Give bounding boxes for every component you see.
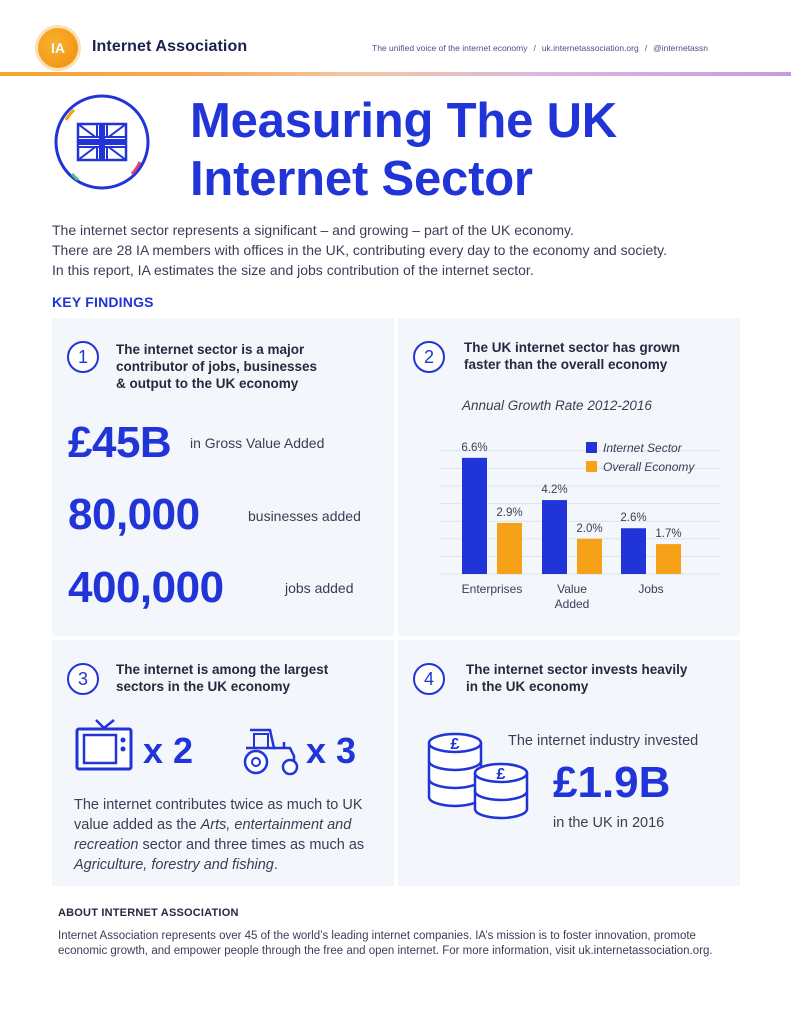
businesses-caption: businesses added — [248, 508, 361, 524]
chart-bar — [621, 528, 646, 574]
finding-number-4: 4 — [413, 663, 445, 695]
tractor-icon — [240, 726, 302, 776]
chart-data-label: 2.0% — [576, 523, 602, 535]
chart-category-label: Jobs — [638, 582, 663, 596]
chart-data-label: 2.9% — [496, 507, 522, 519]
chart-bar — [577, 538, 602, 574]
jobs-caption: jobs added — [285, 580, 354, 596]
panel1-title: The internet sector is a major contribut… — [116, 341, 317, 392]
chart-legend-label: Internet Sector — [603, 441, 683, 455]
chart-data-label: 4.2% — [541, 484, 567, 496]
panel2-title-line: faster than the overall economy — [464, 357, 668, 372]
panel4-title-line: The internet sector invests heavily — [466, 662, 688, 677]
header-gradient-rule — [0, 72, 791, 76]
panel3-body-agriculture: Agriculture, forestry and fishing — [74, 857, 274, 873]
chart-legend-label: Overall Economy — [603, 460, 695, 474]
intro-paragraph: The internet sector represents a signifi… — [52, 220, 772, 280]
gva-caption: in Gross Value Added — [190, 435, 325, 451]
finding-number-1: 1 — [67, 341, 99, 373]
brand-name: Internet Association — [92, 38, 248, 55]
chart-category-label: Enterprises — [462, 582, 523, 596]
businesses-value: 80,000 — [68, 490, 200, 539]
tv-icon — [74, 718, 134, 774]
tractor-multiplier: x 3 — [306, 730, 357, 771]
panel3-title-line: sectors in the UK economy — [116, 679, 291, 694]
website-link[interactable]: uk.internetassociation.org — [542, 43, 639, 53]
uk-flag-icon — [52, 92, 152, 192]
chart-data-label: 6.6% — [461, 442, 487, 454]
chart-data-label: 2.6% — [620, 512, 646, 524]
panel3-title: The internet is among the largest sector… — [116, 661, 328, 695]
jobs-value: 400,000 — [68, 563, 224, 612]
panel1-title-line: The internet sector is a major — [116, 342, 305, 357]
svg-text:£: £ — [497, 766, 506, 783]
title-line-1: Measuring The UK — [190, 94, 617, 148]
title-line-2: Internet Sector — [190, 152, 533, 206]
panel1-title-line: contributor of jobs, businesses — [116, 359, 318, 374]
gva-value: £45B — [68, 418, 172, 467]
intro-line: In this report, IA estimates the size an… — [52, 262, 534, 278]
investment-year-label: in the UK in 2016 — [553, 815, 665, 831]
finding-number-2: 2 — [413, 341, 445, 373]
panel4-title: The internet sector invests heavily in t… — [466, 661, 687, 695]
page-title: Measuring The UK Internet Sector — [190, 92, 750, 208]
panel4-title-line: in the UK economy — [466, 679, 589, 694]
panel3-body-text: sector and three times as much as — [138, 837, 365, 853]
key-findings-heading: KEY FINDINGS — [52, 294, 154, 310]
chart-bar — [462, 457, 487, 574]
chart-bar — [542, 500, 567, 574]
panel1-title-line: & output to the UK economy — [116, 376, 299, 391]
intro-line: The internet sector represents a signifi… — [52, 222, 574, 238]
about-heading: ABOUT INTERNET ASSOCIATION — [58, 907, 239, 919]
chart-title: Annual Growth Rate 2012-2016 — [462, 398, 652, 413]
chart-bar — [656, 544, 681, 574]
panel3-title-line: The internet is among the largest — [116, 662, 329, 677]
header-links: The unified voice of the internet econom… — [372, 43, 709, 53]
panel2-title: The UK internet sector has grown faster … — [464, 339, 680, 373]
chart-category-label: Added — [555, 597, 590, 611]
invested-label: The internet industry invested — [508, 733, 699, 749]
panel3-body: The internet contributes twice as much t… — [74, 795, 374, 875]
chart-legend-swatch — [586, 442, 597, 453]
chart-category-label: Value — [557, 582, 587, 596]
chart-legend-swatch — [586, 461, 597, 472]
svg-text:£: £ — [451, 736, 460, 753]
chart-bar — [497, 522, 522, 574]
about-text: Internet Association represents over 45 … — [58, 930, 713, 957]
investment-amount: £1.9B — [553, 758, 671, 807]
growth-bar-chart: 6.6% 2.9% Enterprises 4.2% 2.0% ValueAdded 2.6… — [440, 441, 720, 611]
chart-data-label: 1.7% — [655, 528, 681, 540]
ia-logo-badge: IA — [38, 28, 78, 68]
panel3-body-text: . — [273, 857, 278, 873]
panel2-title-line: The UK internet sector has grown — [464, 340, 681, 355]
tv-multiplier: x 2 — [143, 730, 194, 771]
tagline: The unified voice of the internet econom… — [372, 43, 528, 53]
intro-line: There are 28 IA members with offices in … — [52, 242, 668, 258]
finding-number-3: 3 — [67, 663, 99, 695]
twitter-link[interactable]: @internetassn — [653, 43, 708, 53]
